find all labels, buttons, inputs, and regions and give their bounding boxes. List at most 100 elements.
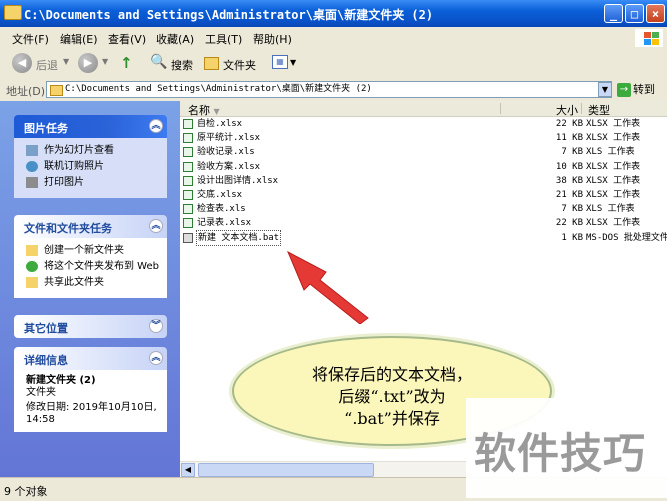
excel-file-icon — [183, 119, 193, 129]
collapse-chevron-icon[interactable]: ︽ — [149, 119, 163, 133]
back-arrow-icon[interactable]: ◀ — [12, 53, 32, 73]
file-size: 11 KB — [555, 133, 583, 144]
go-arrow-icon: → — [617, 83, 631, 97]
file-row[interactable]: 新建 文本文档.bat 1 KB MS-DOS 批处理文件 — [180, 229, 667, 246]
menu-help[interactable]: 帮助(H) — [253, 31, 292, 47]
up-folder-icon[interactable]: ↑ — [120, 54, 133, 76]
file-size: 22 KB — [555, 119, 583, 129]
file-row[interactable]: 验收记录.xls 7 KB XLS 工作表 — [180, 145, 667, 159]
file-row[interactable]: 设计出图详情.xlsx 38 KB XLSX 工作表 — [180, 174, 667, 188]
task-print-pictures[interactable]: 打印图片 — [26, 176, 159, 190]
file-row[interactable]: 验收方案.xlsx 10 KB XLSX 工作表 — [180, 160, 667, 174]
file-tasks-header[interactable]: 文件和文件夹任务 ︽ — [14, 215, 167, 238]
folders-icon[interactable] — [204, 57, 219, 70]
back-dropdown-icon[interactable]: ▼ — [63, 57, 69, 79]
file-type: XLS 工作表 — [586, 147, 635, 158]
printer-icon — [26, 177, 38, 188]
file-row[interactable]: 交底.xlsx 21 KB XLSX 工作表 — [180, 188, 667, 202]
address-label: 地址(D) — [6, 85, 46, 98]
minimize-button[interactable]: _ — [604, 4, 623, 23]
sort-arrow-icon: ▼ — [213, 107, 220, 116]
task-order-prints[interactable]: 联机订购照片 — [26, 160, 159, 174]
task-share-folder[interactable]: 共享此文件夹 — [26, 276, 159, 290]
column-type[interactable]: 类型 — [588, 102, 610, 118]
views-icon[interactable]: ▦ — [272, 55, 288, 69]
file-row[interactable]: 自检.xlsx 22 KB XLSX 工作表 — [180, 117, 667, 131]
address-value: C:\Documents and Settings\Administrator\… — [65, 84, 372, 94]
file-size: 7 KB — [561, 204, 583, 215]
collapse-chevron-icon[interactable]: ︽ — [149, 219, 163, 233]
file-row[interactable]: 检查表.xls 7 KB XLS 工作表 — [180, 202, 667, 216]
file-row[interactable]: 记录表.xlsx 22 KB XLSX 工作表 — [180, 216, 667, 230]
globe-icon — [26, 261, 38, 272]
folders-button-label[interactable]: 文件夹 — [223, 57, 256, 79]
excel-file-icon — [183, 161, 193, 172]
excel-file-icon — [183, 218, 193, 229]
folder-icon — [50, 85, 63, 96]
forward-dropdown-icon[interactable]: ▼ — [102, 57, 108, 79]
go-button[interactable]: → 转到 — [617, 81, 663, 99]
windows-logo-icon — [635, 29, 663, 47]
address-dropdown-icon[interactable]: ▼ — [598, 82, 612, 97]
file-name: 设计出图详情.xlsx — [197, 175, 279, 186]
maximize-button[interactable]: □ — [625, 4, 644, 23]
batch-file-icon — [183, 232, 193, 243]
file-tasks-title: 文件和文件夹任务 — [24, 222, 112, 235]
back-button-label[interactable]: 后退 — [36, 57, 58, 79]
toolbar: ◀ 后退 ▼ ▶ ▼ ↑ 🔍 搜索 文件夹 ▦ ▼ — [0, 49, 667, 80]
task-pane: 图片任务 ︽ 作为幻灯片查看 联机订购照片 打印图片 文件和文件夹任务 ︽ 创建… — [0, 101, 180, 477]
excel-file-icon — [183, 190, 193, 200]
annotation-arrow-icon — [286, 250, 369, 324]
new-folder-icon — [26, 245, 38, 256]
task-new-folder[interactable]: 创建一个新文件夹 — [26, 244, 159, 258]
column-name[interactable]: 名称 ▼ — [188, 102, 220, 118]
slideshow-icon — [26, 145, 38, 156]
search-button-label[interactable]: 搜索 — [171, 57, 193, 79]
file-name: 自检.xlsx — [197, 119, 243, 129]
order-prints-icon — [26, 161, 38, 172]
column-header: 名称 ▼ 大小 类型 — [180, 101, 667, 117]
close-button[interactable]: × — [646, 4, 665, 23]
details-name: 新建文件夹 (2) — [26, 375, 96, 386]
status-text: 9 个对象 — [4, 485, 48, 498]
menu-file[interactable]: 文件(F) — [12, 31, 49, 47]
other-places-header[interactable]: 其它位置 ︾ — [14, 315, 167, 338]
forward-arrow-icon[interactable]: ▶ — [78, 53, 98, 73]
picture-tasks-panel: 图片任务 ︽ 作为幻灯片查看 联机订购照片 打印图片 — [14, 115, 167, 198]
file-tasks-panel: 文件和文件夹任务 ︽ 创建一个新文件夹 将这个文件夹发布到 Web 共享此文件夹 — [14, 215, 167, 298]
details-modified: 修改日期: 2019年10月10日, 14:58 — [26, 402, 157, 425]
menu-edit[interactable]: 编辑(E) — [60, 31, 98, 47]
task-slideshow[interactable]: 作为幻灯片查看 — [26, 144, 159, 158]
watermark-text: 软件技巧 — [474, 429, 647, 478]
excel-file-icon — [183, 175, 193, 186]
file-name: 新建 文本文档.bat — [195, 229, 282, 246]
scrollbar-thumb[interactable] — [198, 463, 374, 477]
file-name: 验收方案.xlsx — [197, 161, 261, 172]
views-dropdown-icon[interactable]: ▼ — [290, 58, 296, 80]
file-type: MS-DOS 批处理文件 — [586, 232, 667, 243]
horizontal-scrollbar[interactable]: ◀ — [180, 461, 467, 478]
menu-bar: 文件(F) 编辑(E) 查看(V) 收藏(A) 工具(T) 帮助(H) — [0, 27, 667, 50]
expand-chevron-icon[interactable]: ︾ — [149, 319, 163, 333]
search-icon[interactable]: 🔍 — [150, 54, 167, 76]
other-places-title: 其它位置 — [24, 322, 68, 335]
file-size: 7 KB — [561, 147, 583, 158]
address-input[interactable]: C:\Documents and Settings\Administrator\… — [46, 81, 612, 98]
picture-tasks-header[interactable]: 图片任务 ︽ — [14, 115, 167, 138]
file-type: XLS 工作表 — [586, 204, 635, 215]
details-header[interactable]: 详细信息 ︽ — [14, 347, 167, 370]
collapse-chevron-icon[interactable]: ︽ — [149, 351, 163, 365]
address-bar: 地址(D) C:\Documents and Settings\Administ… — [0, 79, 667, 102]
menu-tools[interactable]: 工具(T) — [205, 31, 242, 47]
task-publish-web[interactable]: 将这个文件夹发布到 Web — [26, 260, 159, 274]
file-row[interactable]: 原平统计.xlsx 11 KB XLSX 工作表 — [180, 131, 667, 145]
file-size: 21 KB — [555, 190, 583, 200]
menu-view[interactable]: 查看(V) — [108, 31, 146, 47]
column-size[interactable]: 大小 — [556, 102, 578, 118]
folder-icon — [4, 5, 22, 20]
scroll-left-icon[interactable]: ◀ — [181, 463, 195, 477]
go-button-label: 转到 — [633, 83, 655, 96]
menu-favorites[interactable]: 收藏(A) — [156, 31, 194, 47]
file-name: 检查表.xls — [197, 204, 246, 215]
window-title: C:\Documents and Settings\Administrator\… — [24, 8, 434, 22]
